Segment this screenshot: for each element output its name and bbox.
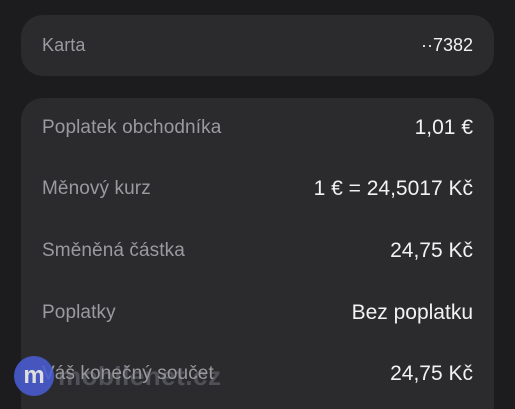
exchanged-amount-row: Směněná částka 24,75 Kč [21, 231, 494, 271]
final-total-value: 24,75 Kč [390, 362, 473, 385]
exchange-rate-value: 1 € = 24,5017 Kč [313, 177, 473, 200]
merchant-fee-value: 1,01 € [414, 116, 473, 139]
card-row[interactable]: Karta ··7382 [21, 25, 494, 65]
transaction-details-section: Poplatek obchodníka 1,01 € Měnový kurz 1… [21, 98, 494, 409]
fees-row: Poplatky Bez poplatku [21, 293, 494, 333]
card-label: Karta [42, 34, 86, 55]
fees-label: Poplatky [42, 302, 116, 323]
exchanged-amount-label: Směněná částka [42, 240, 185, 261]
final-total-label: Váš konečný součet [42, 363, 214, 384]
fees-value: Bez poplatku [351, 301, 473, 324]
card-number-value: ··7382 [420, 34, 473, 55]
payment-detail-screen: Karta ··7382 Poplatek obchodníka 1,01 € … [0, 0, 515, 409]
exchanged-amount-value: 24,75 Kč [390, 239, 473, 262]
card-info-section[interactable]: Karta ··7382 [21, 15, 494, 76]
merchant-fee-row: Poplatek obchodníka 1,01 € [21, 108, 494, 148]
merchant-fee-label: Poplatek obchodníka [42, 117, 222, 138]
final-total-row: Váš konečný součet 24,75 Kč [21, 354, 494, 394]
exchange-rate-row: Měnový kurz 1 € = 24,5017 Kč [21, 169, 494, 209]
exchange-rate-label: Měnový kurz [42, 178, 151, 199]
